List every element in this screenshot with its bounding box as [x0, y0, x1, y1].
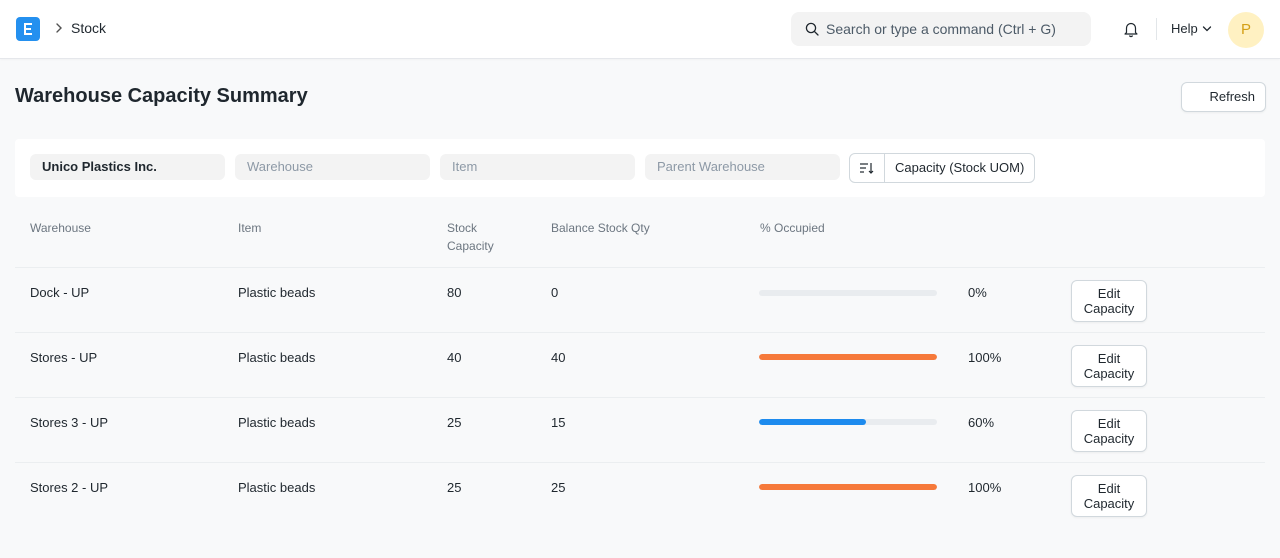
- search-input[interactable]: Search or type a command (Ctrl + G): [791, 12, 1091, 46]
- search-icon: [805, 22, 819, 36]
- cell-stock-capacity: 40: [447, 350, 462, 365]
- cell-warehouse: Stores - UP: [30, 350, 98, 365]
- column-header-warehouse[interactable]: Warehouse: [30, 219, 91, 237]
- notification-bell-icon[interactable]: [1122, 20, 1140, 38]
- cell-warehouse: Stores 2 - UP: [30, 480, 109, 495]
- edit-capacity-button[interactable]: Edit Capacity: [1071, 410, 1147, 452]
- cell-stock-capacity: 80: [447, 285, 462, 300]
- column-header-balance-stock-qty[interactable]: Balance Stock Qty: [551, 219, 650, 237]
- breadcrumb-stock[interactable]: Stock: [71, 20, 106, 36]
- chevron-right-icon: [52, 20, 66, 36]
- cell-stock-capacity: 25: [447, 480, 462, 495]
- sort-order-button[interactable]: [850, 154, 885, 182]
- column-header-item[interactable]: Item: [238, 219, 261, 237]
- cell-percent-occupied: 100%: [968, 480, 1002, 495]
- column-header-stock-capacity-line2: Capacity: [447, 239, 494, 253]
- occupancy-bar-fill: [759, 484, 937, 490]
- filter-bar: Unico Plastics Inc. Warehouse Item Paren…: [15, 139, 1265, 197]
- occupancy-bar-fill: [759, 419, 866, 425]
- occupancy-bar: [759, 484, 937, 490]
- cell-item: Plastic beads: [238, 415, 316, 430]
- sort-selector: Capacity (Stock UOM): [849, 153, 1036, 183]
- edit-capacity-label-line1: Edit: [1097, 416, 1121, 431]
- sort-descending-icon: [860, 163, 874, 174]
- edit-capacity-button[interactable]: Edit Capacity: [1071, 475, 1147, 517]
- edit-capacity-label-line1: Edit: [1097, 481, 1121, 496]
- occupancy-bar-fill: [759, 354, 937, 360]
- cell-stock-capacity: 25: [447, 415, 462, 430]
- edit-capacity-label-line2: Capacity: [1083, 301, 1135, 316]
- row-divider: [15, 267, 1265, 268]
- nav-divider: [1156, 18, 1157, 40]
- row-divider: [15, 397, 1265, 398]
- cell-warehouse: Stores 3 - UP: [30, 415, 109, 430]
- cell-warehouse: Dock - UP: [30, 285, 90, 300]
- cell-percent-occupied: 0%: [968, 285, 987, 300]
- column-header-stock-capacity-line1: Stock: [447, 221, 478, 235]
- cell-item: Plastic beads: [238, 350, 316, 365]
- edit-capacity-button[interactable]: Edit Capacity: [1071, 280, 1147, 322]
- column-header-stock-capacity[interactable]: Stock Capacity: [447, 219, 494, 255]
- refresh-button[interactable]: Refresh: [1181, 82, 1266, 112]
- parent-warehouse-filter[interactable]: Parent Warehouse: [645, 154, 840, 180]
- app-logo-icon[interactable]: [16, 17, 40, 41]
- cell-balance-stock-qty: 15: [551, 415, 566, 430]
- occupancy-bar: [759, 354, 937, 360]
- occupancy-bar: [759, 419, 937, 425]
- cell-item: Plastic beads: [238, 285, 316, 300]
- row-divider: [15, 332, 1265, 333]
- occupancy-bar: [759, 290, 937, 296]
- item-filter[interactable]: Item: [440, 154, 635, 180]
- warehouse-filter[interactable]: Warehouse: [235, 154, 430, 180]
- edit-capacity-label-line2: Capacity: [1083, 431, 1135, 446]
- cell-balance-stock-qty: 0: [551, 285, 559, 300]
- edit-capacity-label-line1: Edit: [1097, 286, 1121, 301]
- chevron-down-icon[interactable]: [1202, 25, 1212, 33]
- company-filter[interactable]: Unico Plastics Inc.: [30, 154, 225, 180]
- cell-item: Plastic beads: [238, 480, 316, 495]
- search-placeholder: Search or type a command (Ctrl + G): [826, 21, 1056, 37]
- cell-percent-occupied: 100%: [968, 350, 1002, 365]
- edit-capacity-label-line2: Capacity: [1083, 366, 1135, 381]
- cell-balance-stock-qty: 25: [551, 480, 566, 495]
- help-dropdown[interactable]: Help: [1171, 21, 1198, 36]
- sort-field-button[interactable]: Capacity (Stock UOM): [885, 154, 1034, 182]
- edit-capacity-label-line2: Capacity: [1083, 496, 1135, 511]
- cell-balance-stock-qty: 40: [551, 350, 566, 365]
- edit-capacity-label-line1: Edit: [1097, 351, 1121, 366]
- edit-capacity-button[interactable]: Edit Capacity: [1071, 345, 1147, 387]
- navbar: Stock Search or type a command (Ctrl + G…: [0, 0, 1280, 59]
- page-title: Warehouse Capacity Summary: [15, 85, 308, 107]
- row-divider: [15, 462, 1265, 463]
- user-avatar[interactable]: P: [1228, 12, 1264, 48]
- column-header-percent-occupied[interactable]: % Occupied: [760, 219, 825, 237]
- cell-percent-occupied: 60%: [968, 415, 995, 430]
